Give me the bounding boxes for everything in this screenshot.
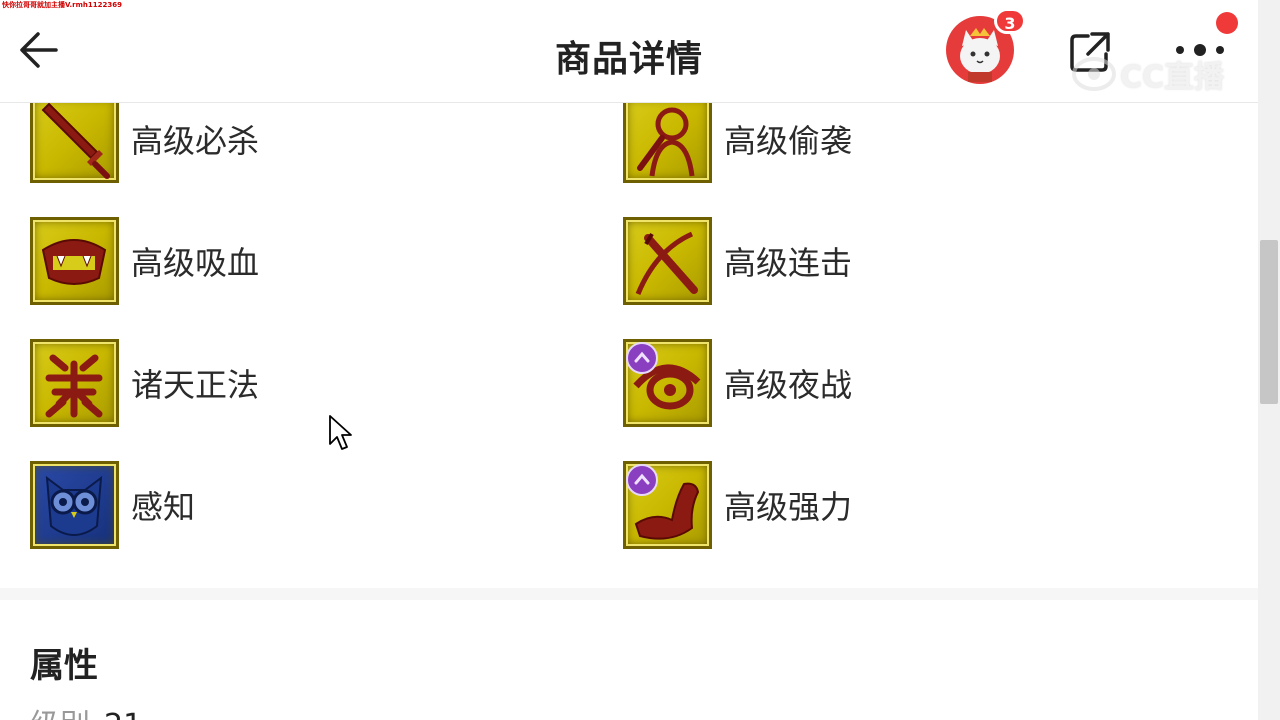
skill-item[interactable]: 高级连击 — [623, 217, 852, 305]
upgrade-badge-icon — [626, 342, 658, 374]
fangs-icon — [30, 217, 119, 305]
crossed-blades-icon — [623, 217, 712, 305]
upgrade-badge-icon — [626, 464, 658, 496]
rune-icon — [30, 339, 119, 427]
skills-section: 高级必杀 高级吸血 诸天正法 感知 高级偷袭 高级连击 高级夜战 高级强力 — [0, 95, 1258, 588]
skill-item[interactable]: 高级夜战 — [623, 339, 852, 427]
top-nav-bar: 商品详情 3 CC直播 — [0, 0, 1258, 103]
skill-label: 高级连击 — [724, 244, 853, 282]
skill-item[interactable]: 高级吸血 — [30, 217, 259, 305]
skill-label: 高级偷袭 — [724, 122, 853, 160]
skill-label: 诸天正法 — [131, 366, 260, 404]
section-title: 属性 — [30, 646, 98, 686]
skill-label: 高级夜战 — [724, 366, 853, 404]
stream-overlay-text: 快你拉哥哥就加主播V.rmh1122369 — [2, 1, 122, 9]
muscle-arm-icon — [623, 461, 712, 549]
skill-item[interactable]: 高级必杀 — [30, 95, 259, 183]
skill-label: 高级强力 — [724, 488, 853, 526]
skill-item[interactable]: 感知 — [30, 461, 195, 549]
share-icon — [1070, 32, 1110, 72]
attribute-row: 级别 21 — [30, 700, 142, 720]
owl-icon — [30, 461, 119, 549]
night-eye-icon — [623, 339, 712, 427]
attribute-label: 级别 — [30, 708, 90, 720]
skill-item[interactable]: 高级强力 — [623, 461, 852, 549]
skill-label: 感知 — [131, 488, 196, 526]
attributes-section: 属性 级别 21 — [0, 600, 1258, 720]
attribute-value: 21 — [104, 708, 142, 720]
scrollbar-thumb[interactable] — [1260, 240, 1278, 404]
notification-dot — [1216, 12, 1238, 34]
skill-item[interactable]: 高级偷袭 — [623, 95, 852, 183]
assassin-icon — [623, 95, 712, 183]
more-options-button[interactable] — [1170, 30, 1230, 70]
message-count-badge: 3 — [994, 8, 1026, 34]
vertical-scrollbar[interactable] — [1258, 0, 1280, 720]
skill-label: 高级必杀 — [131, 122, 260, 160]
skill-item[interactable]: 诸天正法 — [30, 339, 259, 427]
sword-icon — [30, 95, 119, 183]
viewport: 快你拉哥哥就加主播V.rmh1122369 商品详情 3 CC直播 高级必杀 高… — [0, 0, 1280, 720]
more-dots-icon — [1176, 44, 1224, 56]
share-button[interactable] — [1066, 28, 1114, 76]
skill-label: 高级吸血 — [131, 244, 260, 282]
